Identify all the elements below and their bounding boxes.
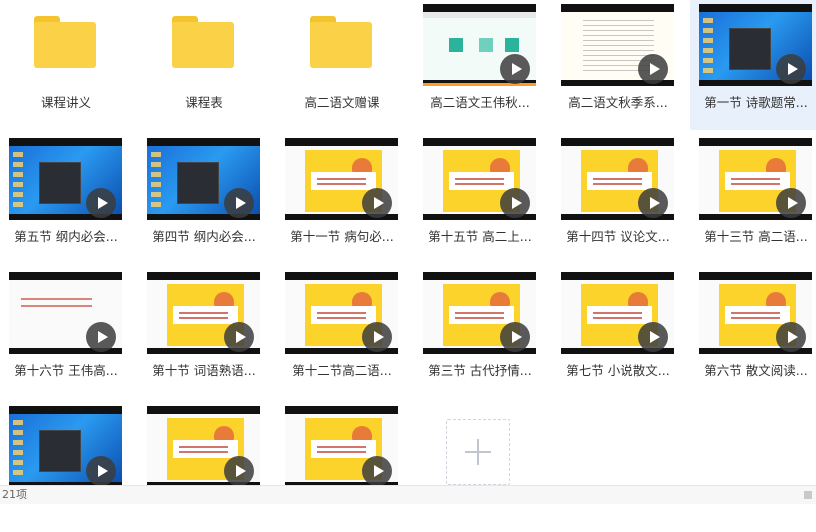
play-icon bbox=[86, 322, 116, 352]
video-label: 第十节 词语熟语... bbox=[152, 363, 256, 378]
video-thumbnail bbox=[147, 272, 260, 354]
play-icon bbox=[638, 54, 668, 84]
play-icon bbox=[638, 188, 668, 218]
video-thumbnail bbox=[9, 406, 122, 488]
video-thumbnail bbox=[561, 4, 674, 86]
plus-icon bbox=[465, 439, 491, 465]
video-item[interactable] bbox=[0, 402, 132, 532]
video-label: 第三节 古代抒情... bbox=[428, 363, 532, 378]
video-item[interactable]: 第六节 散文阅读... bbox=[690, 268, 816, 398]
video-thumbnail bbox=[285, 406, 398, 488]
video-item[interactable] bbox=[138, 402, 270, 532]
video-item[interactable]: 第十四节 议论文... bbox=[552, 134, 684, 264]
folder-label: 课程讲义 bbox=[40, 95, 91, 110]
video-item[interactable]: 第十一节 病句必... bbox=[276, 134, 408, 264]
video-item[interactable]: 高二语文王伟秋... bbox=[414, 0, 546, 130]
folder-icon bbox=[310, 16, 372, 68]
folder-icon bbox=[172, 16, 234, 68]
video-item[interactable]: 第一节 诗歌题常... bbox=[690, 0, 816, 130]
play-icon bbox=[224, 188, 254, 218]
video-thumbnail bbox=[561, 138, 674, 220]
folder-item[interactable]: 课程表 bbox=[138, 0, 270, 130]
video-label: 第十三节 高二语... bbox=[704, 229, 808, 244]
video-label: 第十二节高二语... bbox=[292, 363, 392, 378]
video-thumbnail bbox=[561, 272, 674, 354]
play-icon bbox=[638, 322, 668, 352]
video-label: 高二语文王伟秋... bbox=[430, 95, 530, 110]
video-label: 第十四节 议论文... bbox=[566, 229, 670, 244]
video-label: 第十五节 高二上... bbox=[428, 229, 532, 244]
play-icon bbox=[362, 456, 392, 486]
new-item-button[interactable] bbox=[446, 419, 510, 485]
video-item[interactable]: 高二语文秋季系... bbox=[552, 0, 684, 130]
status-bar: 21项 bbox=[0, 485, 816, 504]
video-thumbnail bbox=[147, 406, 260, 488]
video-label: 第六节 散文阅读... bbox=[704, 363, 808, 378]
video-thumbnail bbox=[699, 138, 812, 220]
video-item[interactable]: 第十三节 高二语... bbox=[690, 134, 816, 264]
play-icon bbox=[86, 456, 116, 486]
video-item[interactable] bbox=[276, 402, 408, 532]
video-thumbnail bbox=[9, 138, 122, 220]
folder-label: 课程表 bbox=[185, 95, 223, 110]
video-thumbnail bbox=[423, 272, 536, 354]
play-icon bbox=[776, 322, 806, 352]
video-item[interactable]: 第三节 古代抒情... bbox=[414, 268, 546, 398]
video-thumbnail bbox=[699, 4, 812, 86]
video-thumbnail bbox=[9, 272, 122, 354]
video-label: 第一节 诗歌题常... bbox=[704, 95, 808, 110]
video-label: 高二语文秋季系... bbox=[568, 95, 668, 110]
play-icon bbox=[500, 188, 530, 218]
folder-item[interactable]: 课程讲义 bbox=[0, 0, 132, 130]
play-icon bbox=[86, 188, 116, 218]
video-label: 第十六节 王伟高... bbox=[14, 363, 118, 378]
play-icon bbox=[224, 456, 254, 486]
video-thumbnail bbox=[699, 272, 812, 354]
video-thumbnail bbox=[423, 4, 536, 86]
item-count: 21项 bbox=[2, 488, 27, 501]
play-icon bbox=[500, 54, 530, 84]
play-icon bbox=[362, 322, 392, 352]
video-item[interactable]: 第十五节 高二上... bbox=[414, 134, 546, 264]
video-label: 第四节 纲内必会... bbox=[152, 229, 256, 244]
video-label: 第七节 小说散文... bbox=[566, 363, 670, 378]
play-icon bbox=[500, 322, 530, 352]
video-item[interactable]: 第七节 小说散文... bbox=[552, 268, 684, 398]
video-label: 第五节 纲内必会... bbox=[14, 229, 118, 244]
video-item[interactable]: 第十节 词语熟语... bbox=[138, 268, 270, 398]
video-item[interactable]: 第十二节高二语... bbox=[276, 268, 408, 398]
play-icon bbox=[224, 322, 254, 352]
play-icon bbox=[776, 188, 806, 218]
video-thumbnail bbox=[285, 272, 398, 354]
folder-item[interactable]: 高二语文赠课 bbox=[276, 0, 408, 130]
video-item[interactable]: 第四节 纲内必会... bbox=[138, 134, 270, 264]
video-thumbnail bbox=[285, 138, 398, 220]
play-icon bbox=[362, 188, 392, 218]
video-thumbnail bbox=[147, 138, 260, 220]
play-icon bbox=[776, 54, 806, 84]
video-thumbnail bbox=[423, 138, 536, 220]
video-item[interactable]: 第十六节 王伟高... bbox=[0, 268, 132, 398]
folder-icon bbox=[34, 16, 96, 68]
video-item[interactable]: 第五节 纲内必会... bbox=[0, 134, 132, 264]
folder-label: 高二语文赠课 bbox=[304, 95, 380, 110]
resize-grip-icon[interactable] bbox=[804, 491, 812, 499]
video-label: 第十一节 病句必... bbox=[290, 229, 394, 244]
file-grid: 课程讲义 课程表 高二语文赠课 高二语文王伟秋... 高二语文秋季系... 第一… bbox=[0, 0, 816, 488]
